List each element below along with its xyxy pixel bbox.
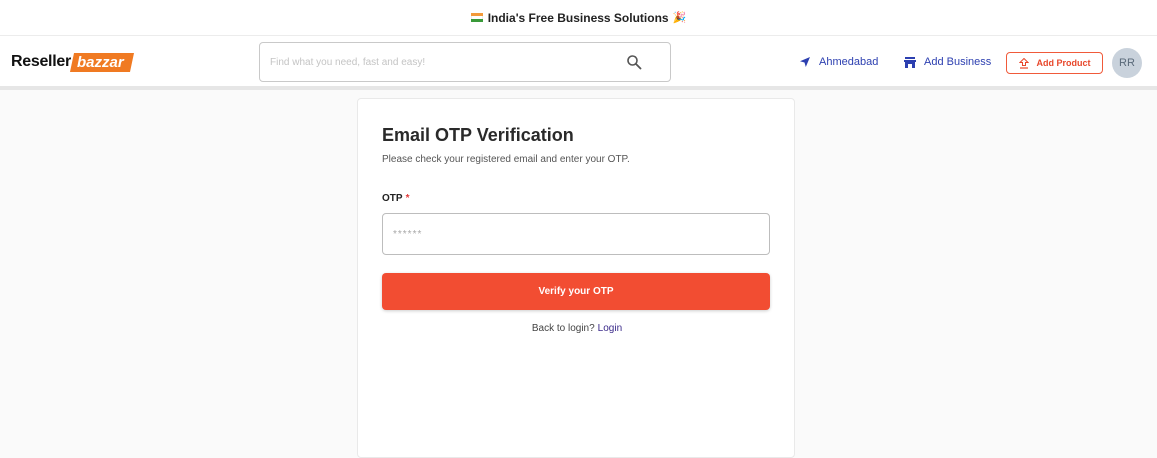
verify-otp-button[interactable]: Verify your OTP bbox=[382, 273, 770, 310]
back-to-login-text: Back to login? bbox=[531, 323, 595, 334]
logo-text-bazzar: bazzar bbox=[69, 52, 134, 72]
location-link[interactable]: Ahmedabad bbox=[799, 56, 878, 68]
user-avatar[interactable]: RR bbox=[1112, 48, 1142, 78]
login-link[interactable]: Login bbox=[598, 323, 622, 334]
back-to-login: Back to login? Login bbox=[358, 323, 796, 334]
site-logo[interactable]: Reseller bazzar bbox=[11, 52, 134, 72]
otp-verification-card: Email OTP Verification Please check your… bbox=[357, 98, 795, 458]
logo-text-reseller: Reseller bbox=[11, 53, 71, 70]
otp-label: OTP * bbox=[382, 193, 409, 204]
otp-label-text: OTP bbox=[382, 193, 403, 204]
search-icon[interactable] bbox=[626, 54, 642, 70]
add-business-link[interactable]: Add Business bbox=[904, 56, 991, 68]
add-product-button[interactable]: Add Product bbox=[1006, 52, 1103, 74]
add-business-label: Add Business bbox=[924, 56, 992, 68]
india-flag-icon bbox=[470, 13, 483, 22]
upload-icon bbox=[1018, 57, 1029, 69]
search-input[interactable] bbox=[270, 43, 610, 81]
site-header: Reseller bazzar Ahmedabad Add Business A… bbox=[0, 36, 1157, 90]
search-box bbox=[259, 42, 671, 82]
location-label: Ahmedabad bbox=[819, 56, 879, 68]
party-popper-icon: 🎉 bbox=[672, 12, 687, 24]
otp-input[interactable] bbox=[382, 213, 770, 255]
announcement-bar: India's Free Business Solutions 🎉 bbox=[0, 0, 1157, 36]
announcement-text: India's Free Business Solutions bbox=[487, 10, 669, 25]
add-product-label: Add Product bbox=[1036, 58, 1091, 68]
page-subtitle: Please check your registered email and e… bbox=[382, 154, 630, 165]
required-marker: * bbox=[405, 193, 410, 204]
store-icon bbox=[904, 56, 916, 68]
location-arrow-icon bbox=[800, 57, 810, 67]
page-title: Email OTP Verification bbox=[382, 125, 574, 145]
